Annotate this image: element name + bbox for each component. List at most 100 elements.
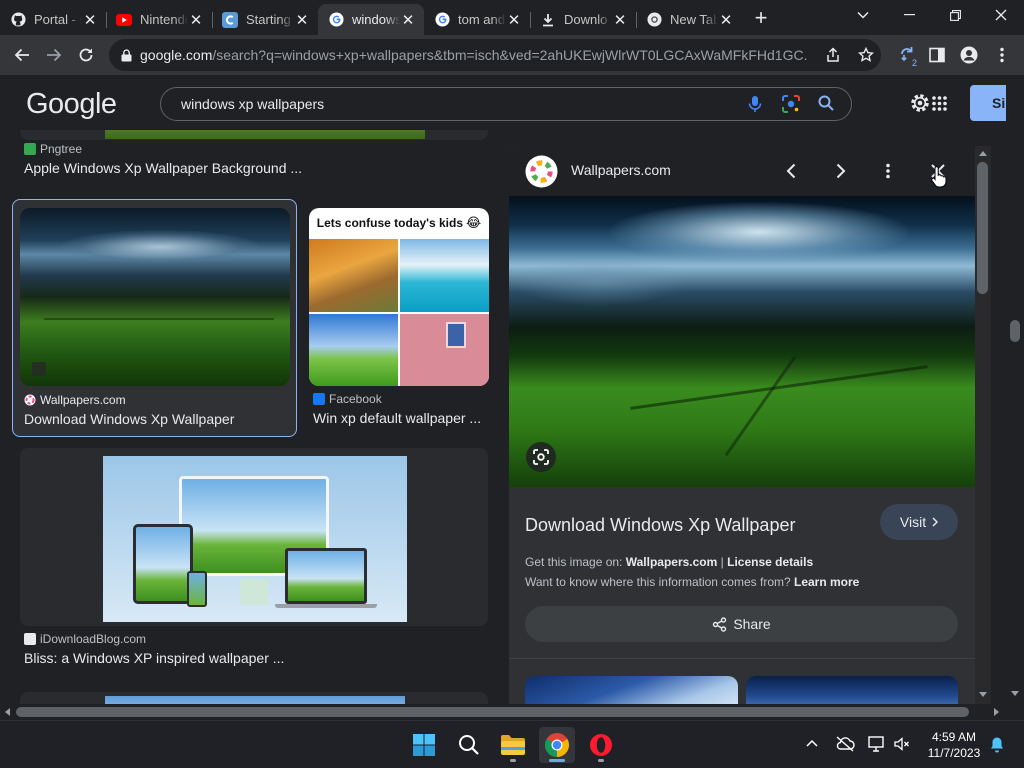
result-card-pngtree[interactable]: Pngtree Apple Windows Xp Wallpaper Backg… — [20, 130, 488, 200]
show-hidden-icons-chevron-icon[interactable] — [806, 739, 818, 747]
result-thumbnail[interactable] — [105, 130, 425, 139]
more-options-icon[interactable] — [886, 163, 890, 179]
close-tab-icon[interactable]: ✕ — [612, 12, 628, 29]
share-page-icon[interactable] — [825, 47, 841, 63]
result-thumbnail[interactable] — [20, 208, 290, 386]
result-thumbnail[interactable] — [103, 456, 407, 622]
result-card-idownloadblog[interactable]: iDownloadBlog.com Bliss: a Windows XP in… — [20, 448, 488, 676]
tab-title: windows — [352, 12, 400, 27]
tab-tom-and[interactable]: tom and ✕ — [424, 4, 530, 35]
preview-image[interactable] — [509, 196, 975, 487]
minimize-button[interactable] — [886, 0, 932, 30]
result-title[interactable]: Apple Windows Xp Wallpaper Background ..… — [24, 160, 484, 176]
windows-logo-icon — [413, 734, 435, 756]
license-details-link[interactable]: License details — [727, 555, 813, 569]
extension-button[interactable]: 2 — [892, 39, 924, 71]
back-button[interactable] — [6, 39, 38, 71]
related-image-1[interactable] — [525, 676, 738, 704]
previous-image-icon[interactable] — [786, 163, 796, 179]
panel-scrollbar[interactable] — [975, 146, 991, 704]
sign-in-button[interactable]: Si — [970, 85, 1010, 121]
network-display-icon[interactable] — [868, 736, 886, 752]
learn-more-link[interactable]: Learn more — [794, 575, 859, 589]
address-bar[interactable]: google.com/search?q=windows+xp+wallpaper… — [109, 39, 881, 71]
result-card-facebook[interactable]: Lets confuse today's kids 😂 Facebook Win… — [309, 208, 490, 436]
restore-icon — [949, 9, 961, 21]
get-image-line: Get this image on: Wallpapers.com | Lice… — [525, 555, 813, 569]
speaker-muted-icon[interactable] — [894, 737, 910, 751]
search-box[interactable]: windows xp wallpapers — [160, 87, 852, 121]
tab-nintendo[interactable]: Nintendo ✕ — [106, 4, 212, 35]
search-input[interactable]: windows xp wallpapers — [181, 96, 324, 112]
tab-title: Starting — [246, 12, 291, 27]
google-lens-icon[interactable] — [781, 94, 801, 114]
close-tab-icon[interactable]: ✕ — [188, 12, 204, 29]
profile-button[interactable] — [953, 39, 985, 71]
result-card-wallpapers-selected[interactable]: Wallpapers.com Download Windows Xp Wallp… — [12, 199, 297, 437]
tab-portal[interactable]: Portal - s ✕ — [0, 4, 106, 35]
notification-bell-icon[interactable] — [989, 736, 1005, 754]
preview-title[interactable]: Download Windows Xp Wallpaper — [525, 515, 795, 536]
restore-button[interactable] — [932, 0, 978, 30]
tab-search-button[interactable] — [840, 0, 886, 30]
scroll-right-arrow-icon[interactable] — [994, 708, 1000, 716]
result-title[interactable]: Win xp default wallpaper ... — [313, 410, 489, 426]
meme-banner: Lets confuse today's kids 😂 — [309, 208, 489, 238]
microphone-icon[interactable] — [745, 94, 765, 114]
running-indicator — [510, 759, 516, 762]
get-image-site-link[interactable]: Wallpapers.com — [626, 555, 718, 569]
menu-button[interactable] — [986, 39, 1018, 71]
taskbar-opera[interactable] — [583, 727, 619, 763]
page-scrollbar-thumb[interactable] — [1010, 320, 1020, 342]
new-tab-button[interactable]: + — [746, 3, 776, 33]
result-title[interactable]: Bliss: a Windows XP inspired wallpaper .… — [24, 650, 484, 666]
close-tab-icon[interactable]: ✕ — [82, 12, 98, 29]
scroll-left-arrow-icon[interactable] — [4, 708, 10, 716]
visit-label: Visit — [899, 514, 927, 530]
preview-source-name[interactable]: Wallpapers.com — [571, 162, 671, 178]
lens-search-button[interactable] — [526, 442, 556, 472]
horizontal-scrollbar-thumb[interactable] — [16, 707, 969, 717]
reload-button[interactable] — [70, 39, 102, 71]
system-clock[interactable]: 4:59 AM 11/7/2023 — [918, 729, 990, 761]
visit-button[interactable]: Visit — [880, 504, 958, 540]
scroll-down-arrow-icon[interactable] — [1011, 691, 1019, 697]
scroll-down-arrow-icon[interactable] — [979, 692, 987, 698]
page-horizontal-scrollbar[interactable] — [0, 704, 1006, 720]
settings-gear-icon[interactable] — [909, 92, 931, 114]
tab-windows[interactable]: windows ✕ — [318, 4, 424, 35]
close-window-button[interactable] — [978, 0, 1024, 30]
result-title[interactable]: Download Windows Xp Wallpaper — [24, 411, 294, 427]
info-source-line: Want to know where this information come… — [525, 575, 859, 589]
share-button[interactable]: Share — [525, 606, 958, 642]
panel-scrollbar-thumb[interactable] — [977, 162, 988, 294]
taskbar-file-explorer[interactable] — [495, 727, 531, 763]
scroll-up-arrow-icon[interactable] — [979, 150, 987, 156]
related-image-2[interactable] — [746, 676, 958, 704]
search-icon[interactable] — [817, 94, 835, 112]
apps-grid-icon[interactable] — [932, 96, 947, 111]
tab-download[interactable]: Downlo ✕ — [530, 4, 636, 35]
cloud-offline-icon[interactable] — [835, 736, 855, 752]
kebab-menu-icon — [1000, 47, 1004, 63]
result-card-next[interactable] — [20, 692, 488, 704]
taskbar-search-button[interactable] — [451, 727, 487, 763]
side-panel-button[interactable] — [921, 39, 953, 71]
page-vertical-scrollbar[interactable] — [1006, 75, 1024, 704]
close-tab-icon[interactable]: ✕ — [294, 12, 310, 29]
taskbar-chrome[interactable] — [539, 727, 575, 763]
next-image-icon[interactable] — [836, 163, 846, 179]
result-thumbnail[interactable]: Lets confuse today's kids 😂 — [309, 208, 489, 386]
tab-new-tab[interactable]: New Tab ✕ — [636, 4, 742, 35]
tab-starting[interactable]: Starting ✕ — [212, 4, 318, 35]
forward-button[interactable] — [38, 39, 70, 71]
google-logo[interactable]: Google — [26, 88, 117, 121]
close-tab-icon[interactable]: ✕ — [400, 12, 416, 29]
start-button[interactable] — [406, 727, 442, 763]
chrome-icon — [545, 733, 569, 757]
bookmark-star-icon[interactable] — [858, 47, 874, 63]
result-source-label: Facebook — [329, 392, 382, 406]
close-tab-icon[interactable]: ✕ — [718, 12, 734, 29]
close-tab-icon[interactable]: ✕ — [506, 12, 522, 29]
result-thumbnail[interactable] — [105, 696, 405, 704]
